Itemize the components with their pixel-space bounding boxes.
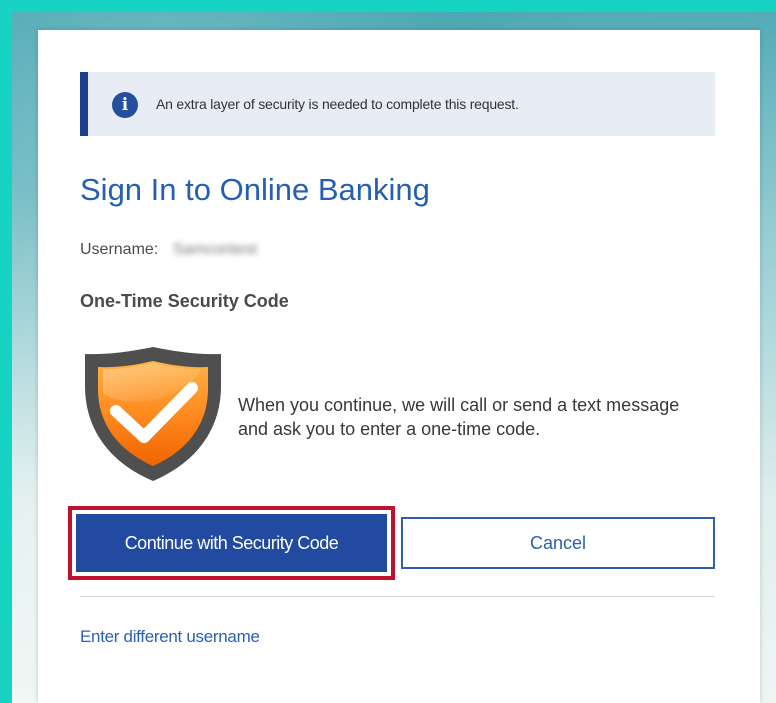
security-code-instructions: When you continue, we will call or send … (238, 395, 680, 439)
sign-in-card: i An extra layer of security is needed t… (38, 30, 760, 703)
banner-message: An extra layer of security is needed to … (156, 96, 519, 112)
page-title: Sign In to Online Banking (80, 172, 430, 207)
continue-with-security-code-button[interactable]: Continue with Security Code (76, 514, 387, 572)
info-icon: i (112, 92, 138, 118)
username-row: Username: Samcontest (80, 241, 257, 259)
username-label: Username: (80, 241, 159, 258)
shield-check-icon (85, 347, 221, 481)
section-title: One-Time Security Code (80, 291, 289, 311)
cancel-button[interactable]: Cancel (401, 517, 715, 569)
security-banner: i An extra layer of security is needed t… (80, 72, 715, 136)
divider (80, 596, 715, 597)
enter-different-username-link[interactable]: Enter different username (80, 627, 260, 647)
username-value: Samcontest (172, 241, 258, 258)
